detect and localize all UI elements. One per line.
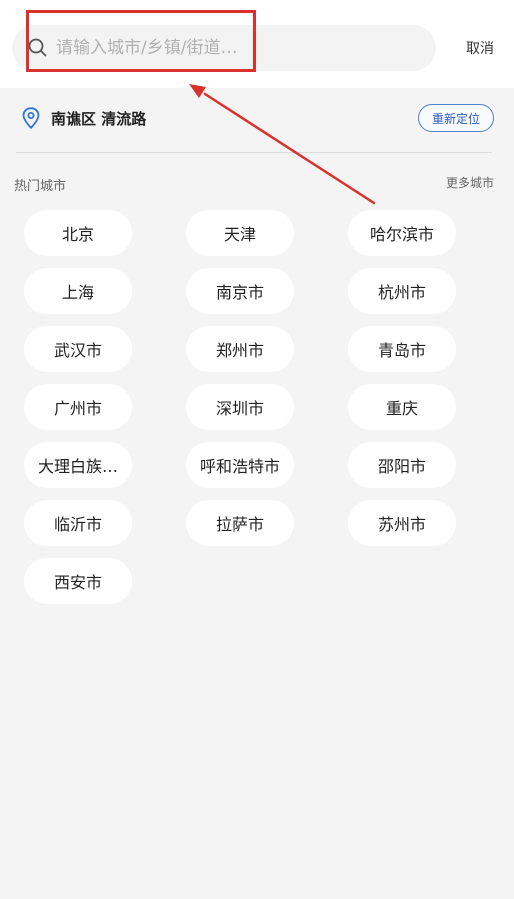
city-chip-label: 重庆 [385, 399, 418, 418]
city-chip-label: 临沂市 [53, 515, 102, 534]
city-chip[interactable]: 上海 [24, 268, 132, 314]
city-chip-label: 大理白族… [37, 457, 118, 476]
hot-city-grid: 北京 天津 哈尔滨市 上海 南京市 杭州市 武汉市 郑州市 青岛市 广州市 深圳… [24, 210, 494, 604]
city-chip[interactable]: 南京市 [186, 268, 294, 314]
city-chip-label: 南京市 [215, 283, 264, 302]
city-chip-label: 西安市 [53, 573, 102, 592]
city-chip-label: 天津 [223, 225, 256, 244]
location-pin-icon [22, 107, 40, 129]
city-chip[interactable]: 苏州市 [348, 500, 456, 546]
city-chip-label: 青岛市 [377, 341, 426, 360]
city-chip-label: 苏州市 [377, 515, 426, 534]
city-chip[interactable]: 北京 [24, 210, 132, 256]
city-chip[interactable]: 西安市 [24, 558, 132, 604]
city-chip-label: 拉萨市 [215, 515, 264, 534]
city-chip-label: 呼和浩特市 [199, 457, 280, 476]
city-chip[interactable]: 郑州市 [186, 326, 294, 372]
city-chip-label: 北京 [61, 225, 94, 244]
hot-cities-title: 热门城市 [14, 179, 67, 194]
city-chip-label: 郑州市 [215, 341, 264, 360]
more-cities-link[interactable]: 更多城市 [446, 174, 494, 191]
city-chip[interactable]: 呼和浩特市 [186, 442, 294, 488]
current-location-row: 南谯区 清流路 重新定位 [0, 88, 514, 153]
city-chip-label: 哈尔滨市 [369, 225, 434, 244]
city-chip[interactable]: 广州市 [24, 384, 132, 430]
city-chip[interactable]: 深圳市 [186, 384, 294, 430]
relocate-button[interactable]: 重新定位 [418, 104, 494, 132]
city-chip-label: 杭州市 [377, 283, 426, 302]
city-chip[interactable]: 青岛市 [348, 326, 456, 372]
search-header: 取消 [0, 0, 514, 88]
city-chip-label: 深圳市 [215, 399, 264, 418]
city-chip[interactable]: 大理白族… [24, 442, 132, 488]
city-chip[interactable]: 拉萨市 [186, 500, 294, 546]
cancel-button[interactable]: 取消 [466, 38, 494, 58]
city-chip-label: 邵阳市 [377, 457, 426, 476]
city-chip[interactable]: 杭州市 [348, 268, 456, 314]
search-icon [28, 38, 47, 57]
city-chip[interactable]: 邵阳市 [348, 442, 456, 488]
search-input[interactable] [56, 33, 271, 63]
city-chip-label: 上海 [61, 283, 94, 302]
city-chip-label: 武汉市 [53, 341, 102, 360]
search-box[interactable] [12, 25, 436, 71]
city-chip[interactable]: 临沂市 [24, 500, 132, 546]
city-chip-label: 广州市 [53, 399, 102, 418]
current-location-text: 南谯区 清流路 [51, 110, 147, 128]
city-chip[interactable]: 天津 [186, 210, 294, 256]
city-chip[interactable]: 哈尔滨市 [348, 210, 456, 256]
city-chip[interactable]: 重庆 [348, 384, 456, 430]
city-chip[interactable]: 武汉市 [24, 326, 132, 372]
divider [16, 152, 492, 153]
